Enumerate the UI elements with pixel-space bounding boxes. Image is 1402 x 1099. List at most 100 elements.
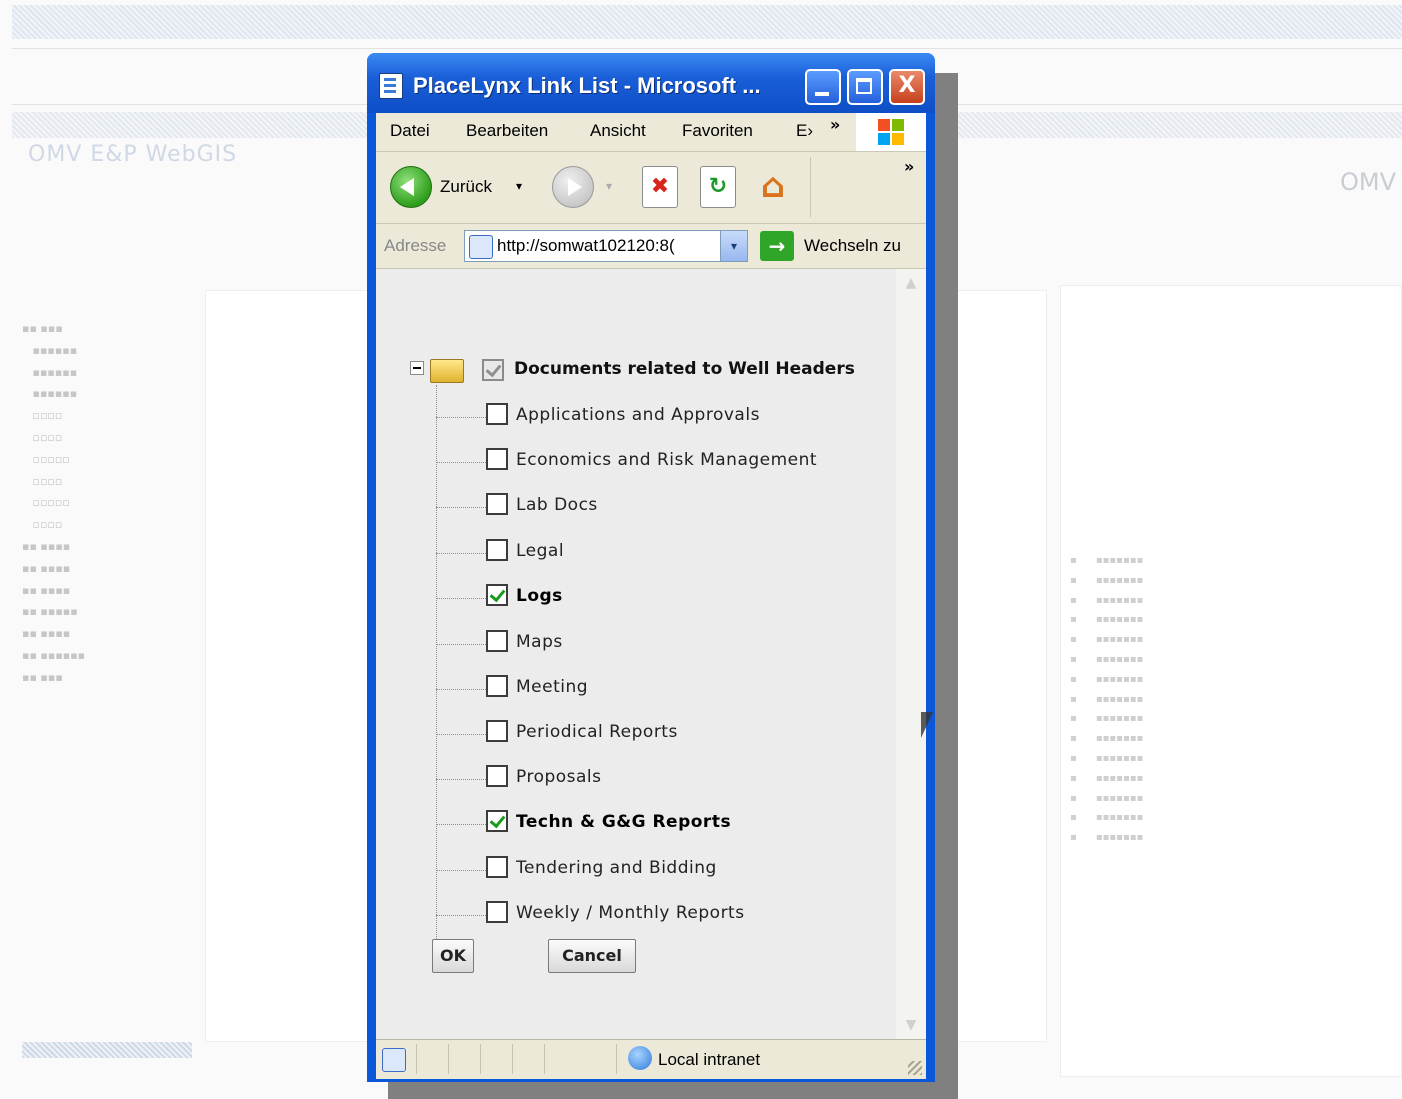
minimize-button[interactable]	[805, 69, 841, 105]
back-button-label[interactable]: Zurück	[440, 177, 492, 197]
category-label: Lab Docs	[516, 495, 598, 515]
scroll-down-icon[interactable]: ▼	[903, 1017, 919, 1033]
go-button-label[interactable]: Wechseln zu	[804, 236, 901, 256]
address-dropdown-icon[interactable]: ▾	[720, 231, 747, 261]
background-layer-tree: ▪▪ ▪▪▪ ▪▪▪▪▪▪ ▪▪▪▪▪▪ ▪▪▪▪▪▪ ▫▫▫▫ ▫▫▫▫ ▫▫…	[22, 322, 86, 684]
forward-dropdown-icon[interactable]: ▾	[606, 179, 612, 193]
security-zone-label: Local intranet	[658, 1050, 761, 1069]
category-checkbox[interactable]	[486, 810, 508, 832]
status-divider	[416, 1044, 417, 1074]
menu-datei[interactable]: Datei	[390, 121, 430, 141]
browser-window: PlaceLynx Link List - Microsoft ... X Da…	[367, 53, 935, 1082]
address-value[interactable]: http://somwat102120:8(	[497, 236, 713, 256]
page-content: Documents related to Well Headers Applic…	[376, 269, 926, 1039]
root-label: Documents related to Well Headers	[514, 359, 855, 379]
maximize-icon	[856, 78, 872, 94]
back-arrow-icon[interactable]	[390, 166, 432, 208]
category-label: Weekly / Monthly Reports	[516, 903, 745, 923]
intranet-zone-icon	[628, 1046, 652, 1070]
root-checkbox[interactable]	[482, 359, 504, 381]
vertical-scrollbar[interactable]: ▲ ▼	[896, 269, 926, 1039]
background-app-title: OMV E&P WebGIS	[28, 142, 238, 167]
back-dropdown-icon[interactable]: ▾	[516, 179, 522, 193]
list-item: Weekly / Monthly Reports	[436, 897, 906, 931]
category-label: Logs	[516, 586, 563, 606]
category-label: Techn & G&G Reports	[516, 812, 732, 832]
home-icon[interactable]: ⌂	[756, 166, 790, 206]
category-checkbox[interactable]	[486, 901, 508, 923]
list-item: Economics and Risk Management	[436, 444, 906, 478]
refresh-icon[interactable]: ↻	[700, 166, 736, 208]
cancel-button[interactable]: Cancel	[548, 939, 636, 973]
background-titlebar	[12, 5, 1402, 39]
minimize-icon	[815, 92, 829, 96]
menu-favoriten[interactable]: Favoriten	[682, 121, 753, 141]
category-checkbox[interactable]	[486, 493, 508, 515]
status-divider	[544, 1044, 545, 1074]
list-item: Logs	[436, 580, 906, 614]
status-divider	[480, 1044, 481, 1074]
status-bar: Local intranet	[376, 1039, 926, 1079]
category-checkbox[interactable]	[486, 584, 508, 606]
category-label: Economics and Risk Management	[516, 450, 818, 470]
category-checkbox[interactable]	[486, 539, 508, 561]
category-checkbox[interactable]	[486, 675, 508, 697]
list-item: Maps	[436, 626, 906, 660]
tree-root-node: Documents related to Well Headers	[410, 357, 890, 389]
list-item: Tendering and Bidding	[436, 852, 906, 886]
category-label: Applications and Approvals	[516, 405, 760, 425]
maximize-button[interactable]	[847, 69, 883, 105]
title-bar[interactable]: PlaceLynx Link List - Microsoft ... X	[367, 53, 935, 113]
menu-bar: Datei Bearbeiten Ansicht Favoriten E› »	[376, 113, 926, 152]
category-checkbox[interactable]	[486, 765, 508, 787]
menu-overflow-icon[interactable]: »	[830, 115, 840, 134]
list-item: Lab Docs	[436, 489, 906, 523]
list-item: Legal	[436, 535, 906, 569]
category-checkbox[interactable]	[486, 403, 508, 425]
toolbar: Zurück ▾ ▾ ✖ ↻ ⌂ »	[376, 151, 926, 224]
windows-logo-icon	[856, 113, 926, 151]
category-label: Periodical Reports	[516, 722, 678, 742]
resize-grip-icon[interactable]	[908, 1061, 922, 1075]
category-checkbox[interactable]	[486, 856, 508, 878]
background-brand: OMV	[1339, 168, 1396, 196]
toolbar-overflow-icon[interactable]: »	[904, 157, 914, 176]
open-folder-icon	[430, 359, 464, 383]
category-label: Maps	[516, 632, 563, 652]
list-item: Proposals	[436, 761, 906, 795]
close-button[interactable]: X	[889, 69, 925, 105]
page-icon	[379, 73, 403, 99]
window-title: PlaceLynx Link List - Microsoft ...	[413, 73, 761, 98]
background-status	[22, 1042, 192, 1058]
list-item: Periodical Reports	[436, 716, 906, 750]
background-result-list: ▪ ▪▪▪▪▪▪▪ ▪ ▪▪▪▪▪▪▪ ▪ ▪▪▪▪▪▪▪ ▪ ▪▪▪▪▪▪▪ ▪ …	[1070, 555, 1144, 844]
category-checkbox[interactable]	[486, 630, 508, 652]
list-item: Techn & G&G Reports	[436, 806, 906, 840]
toolbar-separator	[810, 157, 811, 217]
background-divider	[12, 48, 1402, 49]
mouse-cursor-icon	[921, 712, 933, 738]
list-item: Applications and Approvals	[436, 399, 906, 433]
address-input[interactable]: http://somwat102120:8( ▾	[464, 230, 748, 262]
category-label: Tendering and Bidding	[516, 858, 717, 878]
status-divider	[616, 1044, 617, 1074]
category-label: Legal	[516, 541, 565, 561]
category-checkbox[interactable]	[486, 720, 508, 742]
go-arrow-icon[interactable]: →	[760, 231, 794, 261]
ok-button[interactable]: OK	[432, 939, 474, 973]
status-page-icon	[382, 1048, 406, 1072]
forward-arrow-icon[interactable]	[552, 166, 594, 208]
collapse-icon[interactable]	[410, 361, 424, 375]
status-divider	[512, 1044, 513, 1074]
category-label: Proposals	[516, 767, 602, 787]
stop-icon[interactable]: ✖	[642, 166, 678, 208]
menu-ansicht[interactable]: Ansicht	[590, 121, 646, 141]
menu-extras[interactable]: E›	[796, 121, 813, 141]
menu-bearbeiten[interactable]: Bearbeiten	[466, 121, 548, 141]
category-checkbox[interactable]	[486, 448, 508, 470]
address-label: Adresse	[384, 236, 447, 255]
window-client: Datei Bearbeiten Ansicht Favoriten E› » …	[376, 113, 926, 1079]
status-divider	[448, 1044, 449, 1074]
address-bar: Adresse http://somwat102120:8( ▾ → Wechs…	[376, 224, 926, 269]
scroll-up-icon[interactable]: ▲	[903, 275, 919, 291]
